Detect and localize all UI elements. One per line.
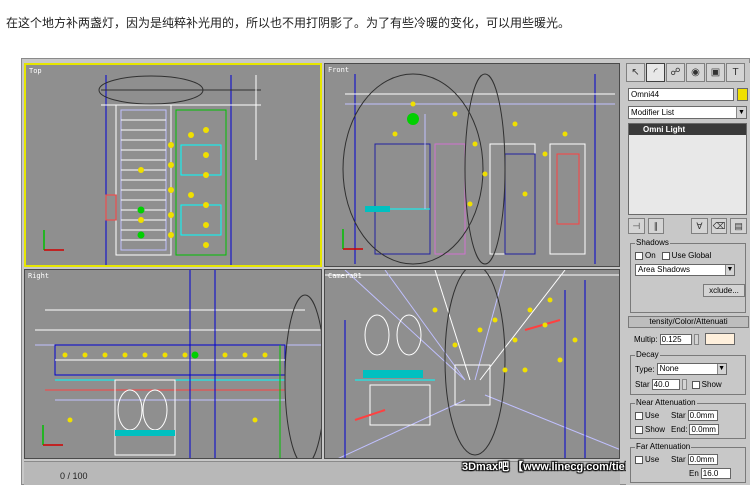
shadows-title: Shadows <box>635 238 670 247</box>
command-panel: ↖ ◜ ☍ ◉ ▣ T Omni44 Modifier List ▼ Omni … <box>626 63 750 485</box>
show-end-result-icon[interactable]: ∥ <box>647 218 665 234</box>
shadows-rollout: Shadows On Use Global Area Shadows ▼ xcl… <box>630 238 746 313</box>
multiplier-field[interactable]: 0.125 <box>659 333 692 345</box>
chevron-down-icon: ▼ <box>716 364 726 374</box>
viewport-label-camera[interactable]: Camera01 <box>328 272 362 280</box>
shadows-on-checkbox[interactable] <box>635 251 643 260</box>
modifier-list-dropdown[interactable]: Modifier List ▼ <box>628 106 747 119</box>
decay-show-label: Show <box>701 380 722 389</box>
near-start-field[interactable]: 0.0mm <box>687 410 718 421</box>
viewport-camera[interactable]: Camera01 <box>324 269 620 459</box>
remove-modifier-icon[interactable]: ⌫ <box>710 218 728 234</box>
viewport-right[interactable]: Right <box>24 269 322 459</box>
far-start-field[interactable]: 0.0mm <box>687 454 718 465</box>
far-attenuation-group: Far Attenuation Use Star 0.0mm En 16.0 <box>630 442 746 483</box>
decay-type-label: Type: <box>635 364 655 374</box>
decay-type-value: None <box>659 364 679 373</box>
object-color-swatch[interactable] <box>737 88 748 101</box>
far-end-row: En 16.0 <box>689 468 731 479</box>
command-panel-tabs: ↖ ◜ ☍ ◉ ▣ T <box>626 63 750 83</box>
near-start-label: Star <box>671 411 686 420</box>
near-attenuation-title: Near Attenuation <box>635 398 697 407</box>
decay-title: Decay <box>635 350 660 359</box>
light-color-swatch[interactable] <box>704 333 735 345</box>
far-end-field[interactable]: 16.0 <box>700 468 731 479</box>
viewport-label-right[interactable]: Right <box>28 272 49 280</box>
near-attenuation-group: Near Attenuation Use Star 0.0mm Show End… <box>630 398 746 439</box>
decay-type-row: Type: None ▼ <box>635 363 727 375</box>
object-name-field[interactable]: Omni44 <box>628 88 734 101</box>
use-global-label: Use Global <box>671 251 712 260</box>
shadow-type-value: Area Shadows <box>638 265 691 274</box>
decay-group: Decay Type: None ▼ Star 40.0 Show <box>630 350 746 395</box>
far-use-checkbox[interactable] <box>635 455 643 464</box>
top-view-drawing <box>43 75 261 265</box>
decay-type-dropdown[interactable]: None ▼ <box>656 363 727 375</box>
stack-item-omni-light[interactable]: Omni Light <box>629 124 746 135</box>
use-global-checkbox[interactable] <box>661 251 670 260</box>
far-end-label: En <box>689 469 699 478</box>
camera-view-drawing <box>325 270 619 458</box>
create-icon[interactable]: ↖ <box>626 63 645 82</box>
near-show-row: Show End: 0.0mm <box>635 424 720 435</box>
intensity-rollout-header[interactable]: tensity/Color/Attenuati <box>628 316 749 328</box>
utilities-icon[interactable]: T <box>726 63 745 82</box>
viewport-front[interactable]: Front <box>324 63 620 267</box>
multiplier-spinner[interactable] <box>693 333 699 345</box>
viewport-label-top[interactable]: Top <box>29 67 42 75</box>
multiplier-label: Multip: <box>634 334 658 344</box>
motion-icon[interactable]: ◉ <box>686 63 705 82</box>
configure-sets-icon[interactable]: ▤ <box>730 218 747 234</box>
viewport-label-front[interactable]: Front <box>328 66 349 74</box>
modifier-list-label: Modifier List <box>631 108 675 117</box>
near-show-label: Show <box>645 425 666 434</box>
decay-start-row: Star 40.0 Show <box>635 379 722 390</box>
shadow-type-row: Area Shadows ▼ <box>635 264 735 276</box>
chevron-down-icon: ▼ <box>736 107 746 118</box>
viewport-top[interactable]: Top <box>24 63 322 267</box>
hierarchy-icon[interactable]: ☍ <box>666 63 685 82</box>
pin-stack-icon[interactable]: ⊣ <box>628 218 645 234</box>
stack-toolbar: ⊣ ∥ ∀ ⌫ ▤ <box>628 218 747 236</box>
modifier-stack[interactable]: Omni Light <box>628 123 747 215</box>
shadows-on-row: On Use Global <box>635 251 711 260</box>
frame-counter: 0 / 100 <box>60 471 88 481</box>
decay-start-spinner[interactable] <box>681 379 687 390</box>
exclude-button[interactable]: xclude... <box>703 284 745 297</box>
modify-icon[interactable]: ◜ <box>646 63 665 82</box>
near-use-row: Use Star 0.0mm <box>635 410 718 421</box>
far-attenuation-title: Far Attenuation <box>635 442 692 451</box>
max-window: Top Front Right Camera01 0 / 100 3Dmax吧 … <box>21 58 750 485</box>
near-use-checkbox[interactable] <box>635 411 643 420</box>
make-unique-icon[interactable]: ∀ <box>691 218 708 234</box>
front-view-drawing <box>342 73 615 265</box>
shadows-on-label: On <box>645 251 656 260</box>
decay-start-field[interactable]: 40.0 <box>651 379 680 390</box>
near-end-label: End: <box>671 425 688 434</box>
near-use-label: Use <box>645 411 660 420</box>
chevron-down-icon: ▼ <box>725 265 734 275</box>
decay-show-checkbox[interactable] <box>691 380 700 389</box>
far-use-row: Use Star 0.0mm <box>635 454 718 465</box>
multiplier-row: Multip: 0.125 <box>634 333 735 345</box>
near-end-field[interactable]: 0.0mm <box>689 424 720 435</box>
right-view-drawing <box>35 270 321 458</box>
display-icon[interactable]: ▣ <box>706 63 725 82</box>
decay-start-label: Star <box>635 380 650 389</box>
article-caption: 在这个地方补两盏灯，因为是纯粹补光用的，所以也不用打阴影了。为了有些冷暖的变化，… <box>6 16 571 30</box>
shadow-type-dropdown[interactable]: Area Shadows ▼ <box>635 264 735 276</box>
near-show-checkbox[interactable] <box>635 425 643 434</box>
far-use-label: Use <box>645 455 660 464</box>
far-start-label: Star <box>671 455 686 464</box>
